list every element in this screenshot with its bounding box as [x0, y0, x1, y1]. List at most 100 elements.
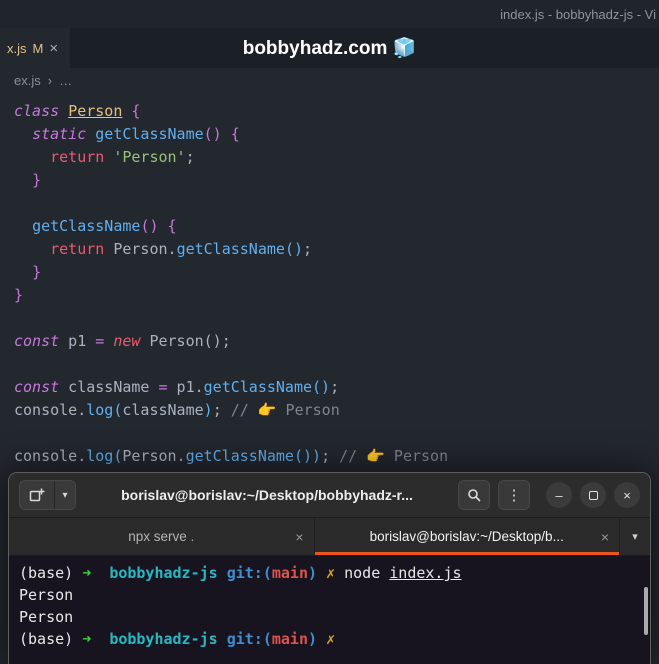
terminal-line: (base) ➜ bobbyhadz-js git:(main) ✗ node …	[19, 562, 640, 584]
token: Person	[68, 102, 123, 120]
search-button[interactable]	[458, 480, 490, 510]
token: // 👉 Person	[230, 401, 340, 419]
tab-index-js[interactable]: x.js M ×	[0, 28, 70, 68]
terminal-window: ▾ borislav@borislav:~/Desktop/bobbyhadz-…	[8, 472, 651, 664]
token: index.js	[389, 564, 462, 582]
token: console.	[14, 447, 87, 465]
token: ;	[330, 378, 340, 396]
vscode-window: index.js - bobbyhadz-js - Vi x.js M × bo…	[0, 0, 659, 468]
token: {	[167, 217, 177, 235]
token: }	[32, 171, 42, 189]
code-line: const p1 = new Person();	[14, 330, 659, 353]
tab-list-chevron-icon[interactable]: ▾	[620, 518, 650, 555]
token: bobbyhadz-js	[109, 564, 218, 582]
new-tab-chevron-icon[interactable]: ▾	[55, 481, 75, 509]
terminal-title: borislav@borislav:~/Desktop/bobbyhadz-r.…	[121, 487, 413, 503]
token: log	[86, 401, 114, 419]
token: ➜	[82, 564, 92, 582]
token: node	[335, 564, 390, 582]
maximize-icon	[588, 490, 598, 500]
token: ;	[303, 240, 313, 258]
terminal-tab-label: borislav@borislav:~/Desktop/b...	[369, 529, 564, 544]
code-line: const className = p1.getClassName();	[14, 376, 659, 399]
breadcrumb-more[interactable]: …	[59, 73, 72, 88]
token: new	[113, 332, 141, 350]
token: 'Person'	[113, 148, 186, 166]
tab-close-icon[interactable]: ×	[601, 529, 609, 545]
git-modified-badge: M	[32, 40, 44, 56]
token: )	[203, 401, 213, 419]
token: )	[308, 564, 318, 582]
token: className	[59, 378, 159, 396]
token: p1	[59, 332, 96, 350]
terminal-tab-active[interactable]: borislav@borislav:~/Desktop/b... ×	[314, 518, 620, 555]
close-button[interactable]: ×	[614, 482, 640, 508]
token: getClassName	[185, 447, 294, 465]
token: Person.	[122, 447, 186, 465]
tab-close-icon[interactable]: ×	[295, 529, 303, 545]
token: bobbyhadz-js	[109, 630, 218, 648]
token: ;	[212, 401, 231, 419]
token: )	[308, 630, 318, 648]
watermark-text: bobbyhadz.com 🧊	[242, 38, 417, 59]
terminal-line: (base) ➜ bobbyhadz-js git:(main) ✗	[19, 628, 640, 650]
code-line: console.log(Person.getClassName()); // 👉…	[14, 445, 659, 468]
token: ;	[185, 148, 195, 166]
token: ➜	[82, 630, 92, 648]
menu-kebab-button[interactable]: ⋮	[498, 480, 530, 510]
code-editor[interactable]: class Person { static getClassName() { r…	[0, 92, 659, 468]
token: ;	[321, 447, 340, 465]
token: (base)	[19, 564, 83, 582]
token: ()	[140, 217, 159, 235]
code-line: getClassName() {	[14, 215, 659, 238]
token: {	[131, 102, 141, 120]
token: =	[158, 378, 168, 396]
code-line: class Person {	[14, 100, 659, 123]
token: =	[95, 332, 105, 350]
terminal-tab-label: npx serve .	[128, 529, 195, 544]
terminal-output[interactable]: (base) ➜ bobbyhadz-js git:(main) ✗ node …	[9, 556, 650, 656]
code-line: return 'Person';	[14, 146, 659, 169]
token: ()	[284, 240, 303, 258]
active-tab-underline	[314, 552, 619, 555]
new-tab-split-button[interactable]: ▾	[19, 480, 76, 510]
terminal-tab-npx-serve[interactable]: npx serve . ×	[9, 518, 315, 555]
token: return	[50, 240, 105, 258]
breadcrumb-file[interactable]: ex.js	[14, 73, 41, 88]
token: getClassName	[176, 240, 285, 258]
token: }	[14, 286, 24, 304]
token: getClassName	[203, 378, 313, 396]
token: ✗	[326, 630, 336, 648]
terminal-scrollbar[interactable]	[644, 587, 648, 635]
token: Person	[19, 608, 74, 626]
maximize-button[interactable]	[580, 482, 606, 508]
token: ()	[203, 125, 222, 143]
terminal-line: Person	[19, 606, 640, 628]
terminal-tab-bar: npx serve . × borislav@borislav:~/Deskto…	[9, 518, 650, 556]
token: className	[122, 401, 204, 419]
token: log	[86, 447, 114, 465]
new-tab-icon[interactable]	[20, 481, 54, 509]
minimize-button[interactable]: –	[546, 482, 572, 508]
editor-tab-bar: x.js M × bobbyhadz.com 🧊	[0, 28, 659, 68]
token: ✗	[326, 564, 336, 582]
token: Person();	[140, 332, 231, 350]
token: main	[271, 630, 308, 648]
breadcrumb[interactable]: ex.js › …	[0, 68, 659, 92]
token: const	[14, 378, 60, 396]
token: {	[230, 125, 240, 143]
tab-close-icon[interactable]: ×	[49, 40, 58, 57]
token: ())	[293, 447, 322, 465]
